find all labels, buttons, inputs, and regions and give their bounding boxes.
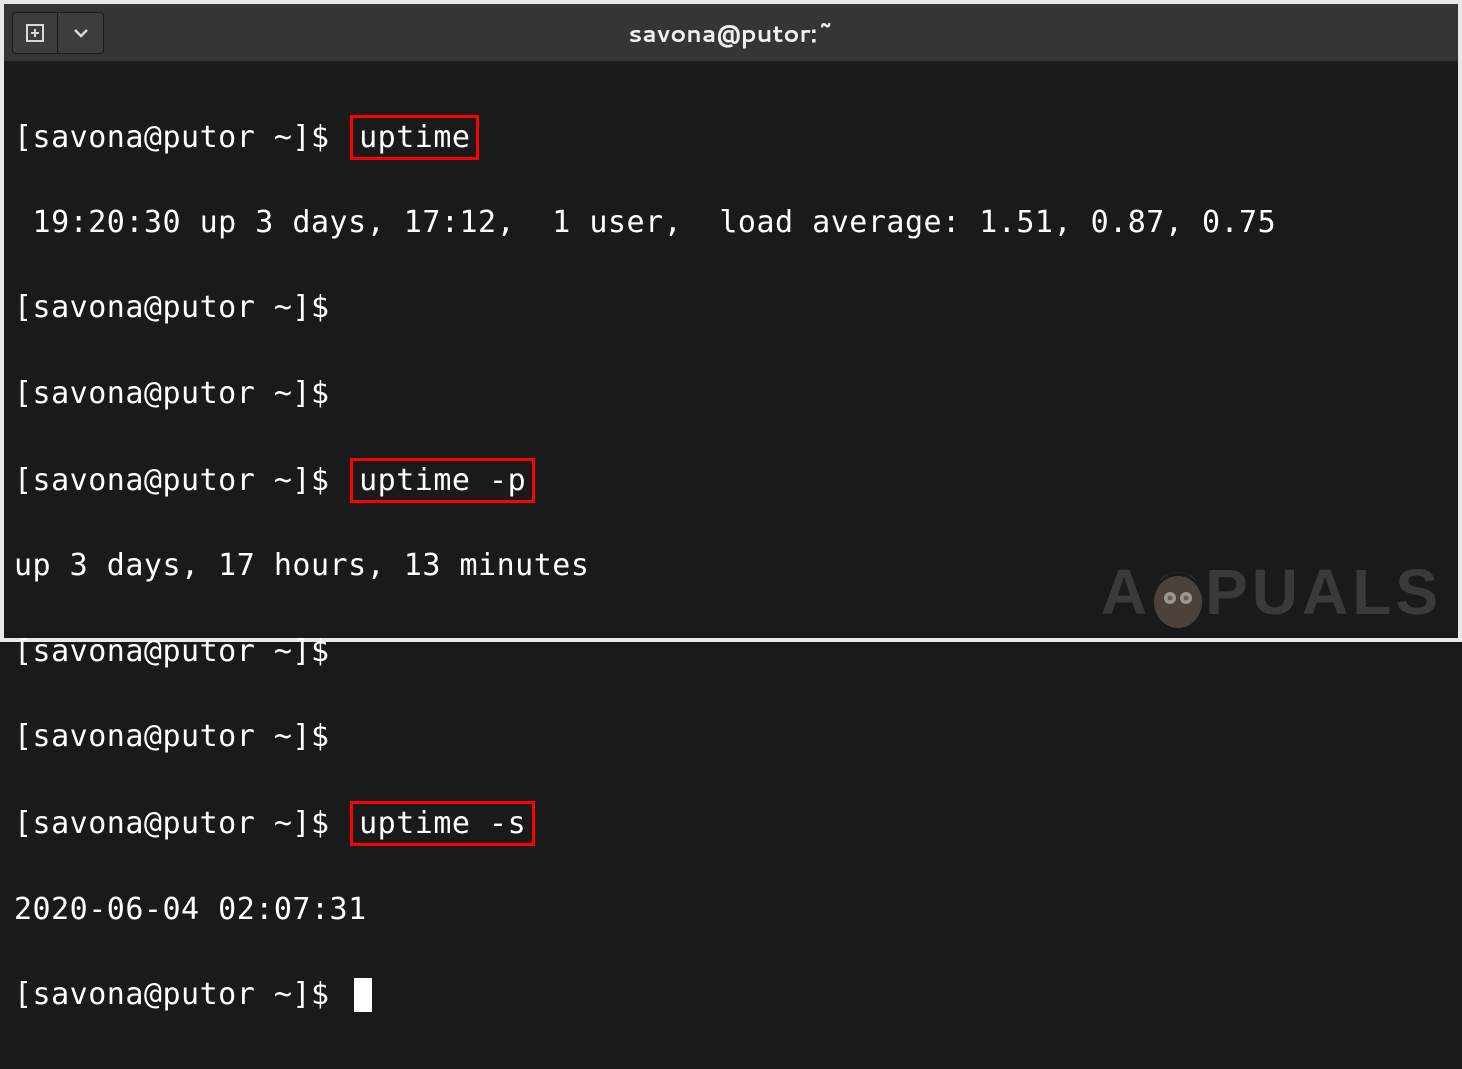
terminal-line: [savona@putor ~]$ bbox=[14, 716, 1448, 759]
terminal-line: up 3 days, 17 hours, 13 minutes bbox=[14, 545, 1448, 588]
terminal-cursor bbox=[354, 978, 372, 1012]
shell-prompt: [savona@putor ~]$ bbox=[14, 376, 348, 411]
highlighted-command: uptime -s bbox=[350, 801, 535, 846]
terminal-line: [savona@putor ~]$ uptime bbox=[14, 115, 1448, 160]
shell-prompt: [savona@putor ~]$ bbox=[14, 120, 348, 155]
terminal-line: 19:20:30 up 3 days, 17:12, 1 user, load … bbox=[14, 202, 1448, 245]
shell-prompt: [savona@putor ~]$ bbox=[14, 719, 348, 754]
tab-dropdown-button[interactable] bbox=[58, 12, 104, 54]
shell-prompt: [savona@putor ~]$ bbox=[14, 977, 348, 1012]
terminal-line: [savona@putor ~]$ bbox=[14, 631, 1448, 674]
toolbar-button-group bbox=[12, 12, 104, 54]
terminal-line: 2020-06-04 02:07:31 bbox=[14, 889, 1448, 932]
terminal-output[interactable]: [savona@putor ~]$ uptime 19:20:30 up 3 d… bbox=[4, 62, 1458, 1069]
new-tab-button[interactable] bbox=[12, 12, 58, 54]
shell-prompt: [savona@putor ~]$ bbox=[14, 806, 348, 841]
terminal-line: [savona@putor ~]$ bbox=[14, 287, 1448, 330]
highlighted-command: uptime bbox=[350, 115, 479, 160]
terminal-line: [savona@putor ~]$ bbox=[14, 373, 1448, 416]
highlighted-command: uptime -p bbox=[350, 458, 535, 503]
shell-prompt: [savona@putor ~]$ bbox=[14, 290, 348, 325]
window-titlebar: savona@putor:~ bbox=[4, 4, 1458, 62]
shell-prompt: [savona@putor ~]$ bbox=[14, 463, 348, 498]
new-tab-icon bbox=[24, 22, 46, 44]
window-title: savona@putor:~ bbox=[628, 16, 833, 50]
terminal-line: [savona@putor ~]$ uptime -s bbox=[14, 801, 1448, 846]
terminal-line: [savona@putor ~]$ uptime -p bbox=[14, 458, 1448, 503]
chevron-down-icon bbox=[73, 25, 89, 41]
shell-prompt: [savona@putor ~]$ bbox=[14, 634, 348, 669]
terminal-line: [savona@putor ~]$ bbox=[14, 974, 1448, 1017]
